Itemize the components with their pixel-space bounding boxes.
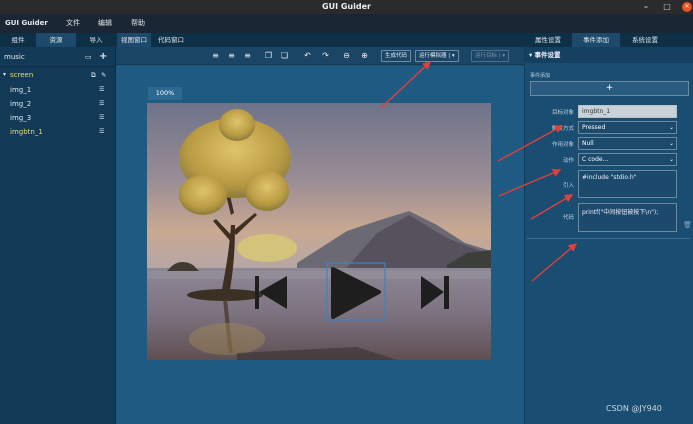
watermark: CSDN @JY940 bbox=[606, 404, 662, 413]
annotation-arrows bbox=[380, 61, 578, 282]
